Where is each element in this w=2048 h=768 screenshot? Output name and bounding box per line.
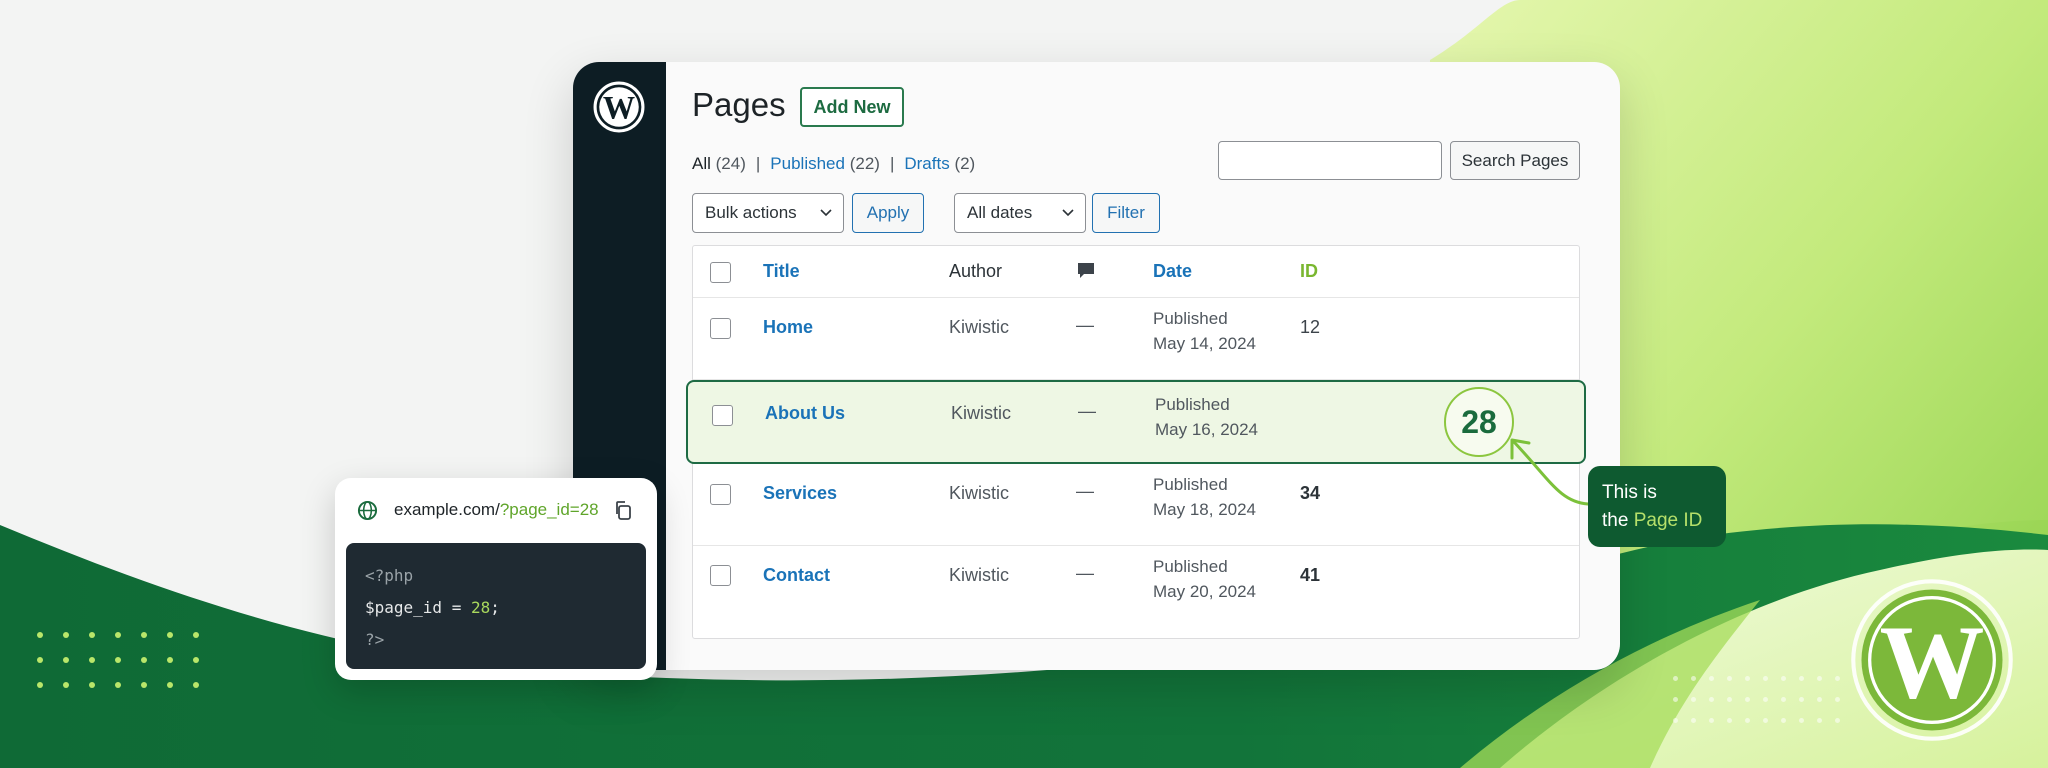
globe-icon bbox=[357, 500, 378, 521]
row-checbox[interactable] bbox=[712, 405, 733, 426]
code-line-open: <?php bbox=[365, 566, 414, 585]
page-comments: — bbox=[1076, 315, 1094, 335]
column-header-author: Author bbox=[949, 261, 1003, 281]
page-date-value: May 16, 2024 bbox=[1155, 420, 1259, 439]
url-code-card: example.com/?page_id=28 <?php $page_id =… bbox=[335, 478, 657, 680]
wordpress-logo-icon[interactable]: W bbox=[593, 81, 645, 133]
column-header-title[interactable]: Title bbox=[763, 261, 800, 282]
chevron-down-icon bbox=[1062, 209, 1074, 217]
decorative-dot-grid bbox=[37, 632, 199, 688]
status-link-published[interactable]: Published bbox=[770, 154, 845, 173]
select-all-checkbox[interactable] bbox=[710, 262, 731, 283]
wordpress-logo-icon: W bbox=[1851, 579, 2013, 741]
page-comments: — bbox=[1078, 401, 1096, 421]
table-header-row: Title Author Date ID bbox=[693, 246, 1579, 298]
svg-text:W: W bbox=[1880, 604, 1985, 721]
status-separator: | bbox=[889, 154, 895, 173]
callout-line2-prefix: the bbox=[1602, 510, 1629, 531]
page-status: Published bbox=[1153, 309, 1228, 328]
page-status: Published bbox=[1153, 475, 1228, 494]
decorative-dot-grid bbox=[1673, 676, 1840, 723]
callout-arrow-icon bbox=[1510, 438, 1590, 506]
copy-icon[interactable] bbox=[613, 500, 633, 521]
page-status: Published bbox=[1153, 557, 1228, 576]
php-code-block: <?php $page_id = 28; ?> bbox=[346, 543, 646, 669]
status-separator: | bbox=[755, 154, 761, 173]
admin-window: W Pages Add New All (24) | Published (22… bbox=[573, 62, 1620, 670]
bulk-actions-select[interactable]: Bulk actions bbox=[692, 193, 844, 233]
page-date: Published May 18, 2024 bbox=[1153, 472, 1256, 522]
page-comments: — bbox=[1076, 481, 1094, 501]
page-author: Kiwistic bbox=[949, 483, 1010, 503]
status-link-all[interactable]: All bbox=[692, 154, 711, 173]
code-semicolon: ; bbox=[490, 598, 500, 617]
row-checkbox[interactable] bbox=[710, 318, 731, 339]
page-date-value: May 20, 2024 bbox=[1153, 582, 1257, 601]
comment-icon[interactable] bbox=[1076, 261, 1096, 281]
page-title-link[interactable]: About Us bbox=[765, 403, 845, 424]
page-date-value: May 14, 2024 bbox=[1153, 334, 1257, 353]
column-header-date[interactable]: Date bbox=[1153, 261, 1192, 282]
date-filter-label: All dates bbox=[967, 203, 1033, 222]
bulk-actions-label: Bulk actions bbox=[705, 203, 797, 222]
page-id-callout: This is the Page ID bbox=[1588, 466, 1726, 547]
status-link-drafts[interactable]: Drafts bbox=[904, 154, 949, 173]
page-author: Kiwistic bbox=[951, 403, 1012, 423]
page-status: Published bbox=[1155, 395, 1230, 414]
url-base: example.com/ bbox=[394, 500, 500, 519]
page-id: 34 bbox=[1300, 483, 1321, 503]
status-filter-links: All (24) | Published (22) | Drafts (2) bbox=[692, 154, 975, 174]
page-comments: — bbox=[1076, 563, 1094, 583]
filter-button[interactable]: Filter bbox=[1092, 193, 1160, 233]
search-pages-button[interactable]: Search Pages bbox=[1450, 141, 1580, 180]
page-author: Kiwistic bbox=[949, 317, 1010, 337]
chevron-down-icon bbox=[820, 209, 832, 217]
svg-text:W: W bbox=[603, 89, 635, 125]
search-input[interactable] bbox=[1218, 141, 1442, 180]
page-author: Kiwistic bbox=[949, 565, 1010, 585]
callout-line2: the Page ID bbox=[1602, 507, 1712, 535]
code-line-assign: $page_id = 28; bbox=[365, 592, 627, 624]
page-title-link[interactable]: Home bbox=[763, 317, 813, 338]
page-date: Published May 16, 2024 bbox=[1155, 392, 1258, 442]
page-title-link[interactable]: Services bbox=[763, 483, 837, 504]
page-id: 41 bbox=[1300, 565, 1321, 585]
code-value: 28 bbox=[470, 598, 491, 617]
page-title-link[interactable]: Contact bbox=[763, 565, 830, 586]
row-checkbox[interactable] bbox=[710, 484, 731, 505]
table-row: Services Kiwistic — Published May 18, 20… bbox=[693, 464, 1579, 546]
callout-line1: This is bbox=[1602, 482, 1657, 503]
status-count-drafts: (2) bbox=[954, 154, 976, 173]
table-row: Home Kiwistic — Published May 14, 2024 1… bbox=[693, 298, 1579, 380]
url-text: example.com/?page_id=28 bbox=[394, 500, 599, 520]
page-date-value: May 18, 2024 bbox=[1153, 500, 1257, 519]
page-date: Published May 14, 2024 bbox=[1153, 306, 1256, 356]
code-line-close: ?> bbox=[365, 630, 385, 649]
url-query: ?page_id=28 bbox=[499, 500, 599, 519]
status-count-published: (22) bbox=[849, 154, 880, 173]
date-filter-select[interactable]: All dates bbox=[954, 193, 1086, 233]
add-new-button[interactable]: Add New bbox=[800, 87, 904, 127]
apply-button[interactable]: Apply bbox=[852, 193, 924, 233]
row-checkbox[interactable] bbox=[710, 565, 731, 586]
page-date: Published May 20, 2024 bbox=[1153, 554, 1256, 604]
status-count-all: (24) bbox=[715, 154, 746, 173]
column-header-id: ID bbox=[1300, 261, 1318, 281]
table-row: Contact Kiwistic — Published May 20, 202… bbox=[693, 546, 1579, 640]
code-variable: $page_id = bbox=[365, 598, 462, 617]
callout-accent: Page ID bbox=[1633, 510, 1703, 531]
page-id: 12 bbox=[1300, 317, 1321, 337]
page-title: Pages bbox=[692, 86, 786, 123]
